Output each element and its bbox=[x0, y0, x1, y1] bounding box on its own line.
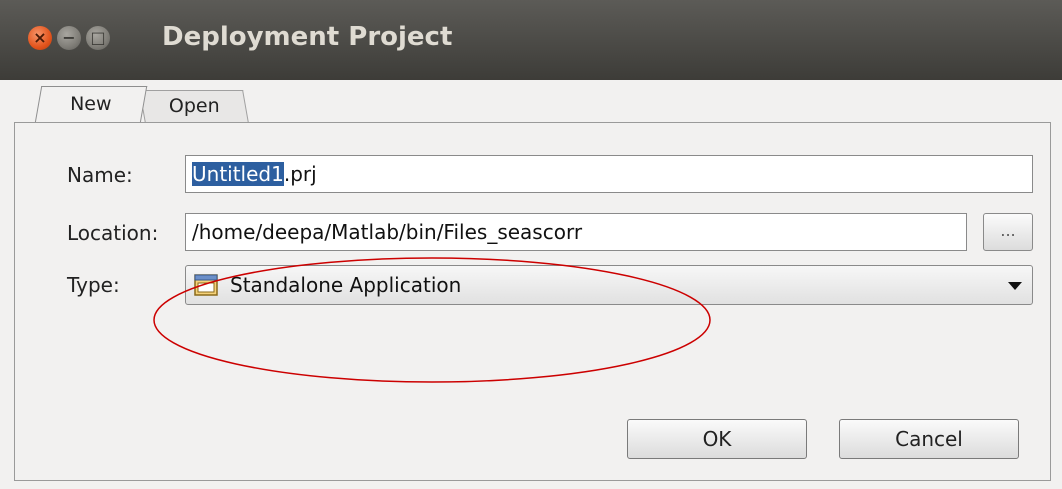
chevron-down-icon bbox=[1008, 282, 1022, 290]
type-dropdown[interactable]: Standalone Application bbox=[185, 265, 1033, 305]
location-field[interactable]: /home/deepa/Matlab/bin/Files_seascorr bbox=[185, 213, 967, 251]
maximize-window-button[interactable]: □ bbox=[86, 26, 110, 50]
window-app-icon bbox=[194, 274, 218, 296]
tab-new[interactable]: New bbox=[34, 86, 148, 123]
name-label: Name: bbox=[67, 163, 133, 187]
tab-bar: Open New bbox=[0, 80, 1062, 123]
tab-new-label: New bbox=[70, 93, 112, 115]
type-label: Type: bbox=[67, 273, 120, 297]
minimize-icon: − bbox=[62, 28, 76, 47]
minimize-window-button[interactable]: − bbox=[57, 26, 81, 50]
close-icon: × bbox=[33, 28, 47, 47]
window-title: Deployment Project bbox=[162, 22, 453, 52]
deployment-project-dialog: × − □ Deployment Project Open New Name: … bbox=[0, 0, 1062, 489]
close-window-button[interactable]: × bbox=[28, 26, 52, 50]
ok-button[interactable]: OK bbox=[627, 419, 807, 459]
tab-open[interactable]: Open bbox=[139, 90, 249, 123]
location-value: /home/deepa/Matlab/bin/Files_seascorr bbox=[192, 220, 583, 244]
browse-button[interactable]: ... bbox=[983, 213, 1033, 251]
name-selected-text: Untitled1 bbox=[192, 162, 284, 186]
title-bar: × − □ Deployment Project bbox=[0, 0, 1062, 80]
maximize-icon: □ bbox=[90, 28, 106, 47]
new-project-panel: Name: Untitled1.prj Location: /home/deep… bbox=[14, 122, 1051, 481]
tab-open-label: Open bbox=[168, 95, 220, 117]
cancel-button[interactable]: Cancel bbox=[839, 419, 1019, 459]
type-selected-value: Standalone Application bbox=[230, 273, 462, 297]
location-label: Location: bbox=[67, 221, 159, 245]
name-field[interactable]: Untitled1.prj bbox=[185, 155, 1033, 193]
name-extension-text: .prj bbox=[283, 162, 317, 186]
